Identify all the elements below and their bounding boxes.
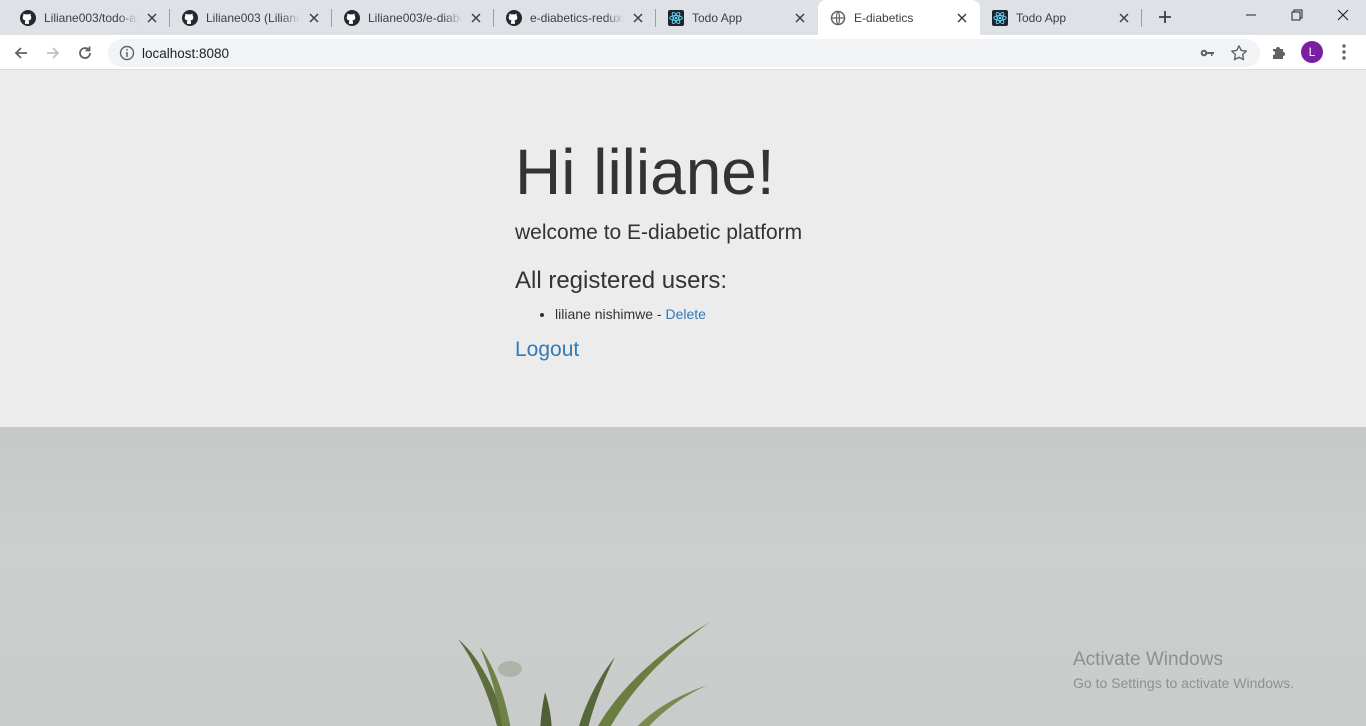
profile-avatar[interactable]: L <box>1301 41 1323 63</box>
tab-title: Liliane003/e-diabetics <box>368 10 462 25</box>
react-icon <box>668 9 684 26</box>
users-heading: All registered users: <box>515 267 728 294</box>
forward-button[interactable] <box>40 40 66 66</box>
tab-todo-app-repo[interactable]: Liliane003/todo-app <box>8 0 170 35</box>
tab-todo-app-2[interactable]: Todo App <box>980 0 1142 35</box>
forward-arrow-icon <box>47 47 60 59</box>
list-item: liliane nishimwe - Delete <box>555 306 706 322</box>
react-icon <box>992 9 1008 26</box>
browser-toolbar: localhost:8080 L <box>0 35 1366 70</box>
tab-title: e-diabetics-redux/ <box>530 10 624 25</box>
watermark-subtitle: Go to Settings to activate Windows. <box>1073 675 1294 691</box>
hero-background-image: Activate Windows Go to Settings to activ… <box>0 427 1366 726</box>
close-icon[interactable] <box>954 10 970 26</box>
globe-icon <box>830 10 846 26</box>
user-list: liliane nishimwe - Delete <box>555 306 706 322</box>
tab-title: Todo App <box>692 10 743 25</box>
tab-title: E-diabetics <box>854 10 914 25</box>
minimize-icon <box>1246 14 1256 16</box>
url-text[interactable]: localhost:8080 <box>142 46 229 61</box>
close-icon[interactable] <box>306 10 322 26</box>
welcome-text: welcome to E-diabetic platform <box>515 221 803 244</box>
tab-profile-repo[interactable]: Liliane003 (Liliane Nishimwe) <box>170 0 332 35</box>
watermark-title: Activate Windows <box>1073 649 1223 670</box>
tab-title: Liliane003/todo-app <box>44 10 138 25</box>
close-icon[interactable] <box>792 10 808 26</box>
user-name: liliane nishimwe <box>555 306 654 322</box>
key-icon[interactable] <box>1199 45 1215 66</box>
close-icon[interactable] <box>1116 10 1132 26</box>
restore-button[interactable] <box>1274 0 1320 30</box>
tab-e-diabetics-redux-repo[interactable]: e-diabetics-redux/ <box>494 0 656 35</box>
github-icon <box>344 9 360 26</box>
back-button[interactable] <box>8 40 34 66</box>
close-window-button[interactable] <box>1320 0 1366 30</box>
tab-title: Liliane003 (Liliane Nishimwe) <box>206 10 300 25</box>
back-arrow-icon <box>14 47 27 59</box>
restore-icon <box>1291 9 1303 21</box>
separator: - <box>653 306 666 322</box>
close-icon <box>1337 9 1349 21</box>
extensions-puzzle-icon[interactable] <box>1270 43 1288 66</box>
minimize-button[interactable] <box>1228 0 1274 30</box>
close-icon[interactable] <box>630 10 646 26</box>
github-icon <box>506 9 522 26</box>
address-bar[interactable]: localhost:8080 <box>108 39 1260 67</box>
bookmark-star-icon[interactable] <box>1230 44 1248 67</box>
tab-todo-app[interactable]: Todo App <box>656 0 818 35</box>
close-icon[interactable] <box>468 10 484 26</box>
github-icon <box>182 9 198 26</box>
activate-windows-watermark: Activate Windows Go to Settings to activ… <box>1073 649 1294 691</box>
tab-separator <box>1141 9 1142 27</box>
tab-e-diabetics-repo[interactable]: Liliane003/e-diabetics <box>332 0 494 35</box>
close-icon[interactable] <box>144 10 160 26</box>
kebab-menu-icon[interactable] <box>1338 43 1350 66</box>
github-icon <box>20 9 36 26</box>
greeting-heading: Hi liliane! <box>515 136 775 208</box>
tab-strip: Liliane003/todo-app Liliane003 (Liliane … <box>0 0 1366 35</box>
reload-button[interactable] <box>72 40 98 66</box>
new-tab-button[interactable] <box>1153 5 1177 29</box>
page-content: Hi liliane! welcome to E-diabetic platfo… <box>0 71 1366 726</box>
reload-icon <box>79 46 91 59</box>
delete-user-link[interactable]: Delete <box>666 306 706 322</box>
logout-link[interactable]: Logout <box>515 338 579 362</box>
aloe-plant-image <box>458 622 710 726</box>
tab-title: Todo App <box>1016 10 1067 25</box>
tab-e-diabetics[interactable]: E-diabetics <box>818 0 980 35</box>
plus-icon <box>1159 11 1171 23</box>
site-info-icon[interactable] <box>119 45 135 61</box>
